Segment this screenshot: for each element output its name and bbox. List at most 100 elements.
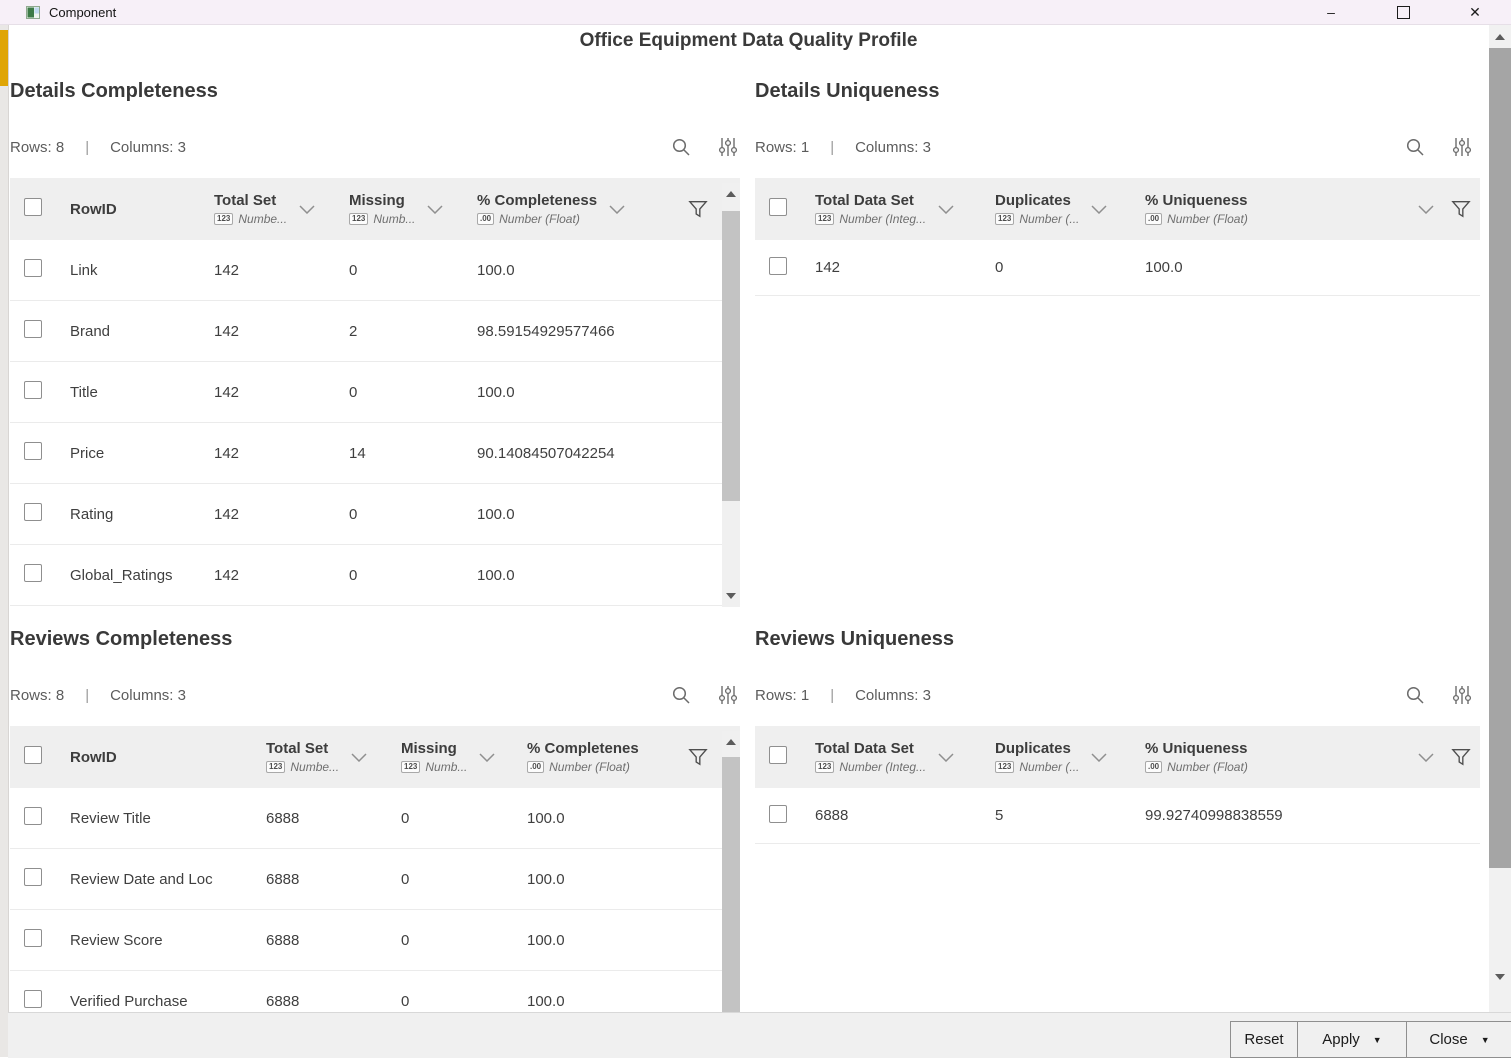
integer-type-badge: 123 [349, 213, 368, 225]
table-row[interactable]: Rating 142 0 100.0 [10, 484, 740, 545]
window-title: Component [49, 5, 116, 20]
table-scrollbar[interactable] [722, 731, 740, 1012]
table-row[interactable]: Global_Ratings 142 0 100.0 [10, 545, 740, 606]
apply-button[interactable]: Apply ▼ [1297, 1022, 1406, 1057]
chevron-down-icon[interactable] [351, 753, 367, 762]
columns-count: Columns: 3 [110, 687, 186, 704]
table-scrollbar[interactable] [722, 183, 740, 607]
table-header-row: Total Data Set 123Number (Integ... Dupli… [755, 726, 1480, 788]
chevron-down-icon[interactable] [938, 205, 954, 214]
row-checkbox[interactable] [24, 259, 42, 277]
scroll-up-icon[interactable] [726, 191, 736, 197]
column-header-pct-uniqueness[interactable]: % Uniqueness .00Number (Float) [1145, 740, 1410, 774]
filter-icon[interactable] [688, 747, 708, 767]
row-checkbox[interactable] [24, 503, 42, 521]
close-button[interactable]: Close ▼ [1406, 1022, 1511, 1057]
scrollbar-thumb[interactable] [722, 211, 740, 501]
columns-count: Columns: 3 [855, 139, 931, 156]
close-window-button[interactable]: ✕ [1439, 0, 1511, 24]
table-row[interactable]: Review Date and Loc 6888 0 100.0 [10, 849, 740, 910]
table-header-row: RowID Total Set 123Numbe... Missing 123N… [10, 178, 740, 240]
reset-button[interactable]: Reset [1231, 1022, 1297, 1057]
column-header-total-data-set[interactable]: Total Data Set 123Number (Integ... [815, 740, 995, 774]
table-header-row: Total Data Set 123Number (Integ... Dupli… [755, 178, 1480, 240]
row-checkbox[interactable] [24, 868, 42, 886]
select-all-checkbox[interactable] [769, 198, 787, 216]
column-header-duplicates[interactable]: Duplicates 123Number (... [995, 192, 1145, 226]
chevron-down-icon[interactable] [938, 753, 954, 762]
chevron-down-icon[interactable] [479, 753, 495, 762]
meta-separator: | [830, 687, 834, 704]
scrollbar-thumb[interactable] [1489, 48, 1511, 868]
row-checkbox[interactable] [769, 257, 787, 275]
float-type-badge: .00 [527, 761, 544, 773]
table-row[interactable]: 6888 5 99.92740998838559 [755, 788, 1480, 844]
scroll-up-icon[interactable] [726, 739, 736, 745]
table-row[interactable]: Link 142 0 100.0 [10, 240, 740, 301]
table-row[interactable]: Review Score 6888 0 100.0 [10, 910, 740, 971]
scroll-down-icon[interactable] [1495, 974, 1505, 980]
column-header-missing[interactable]: Missing 123Numb... [401, 740, 527, 774]
chevron-down-icon[interactable] [1418, 753, 1434, 762]
select-all-checkbox[interactable] [769, 746, 787, 764]
row-checkbox[interactable] [24, 807, 42, 825]
row-checkbox[interactable] [769, 805, 787, 823]
scroll-down-icon[interactable] [726, 593, 736, 599]
scroll-up-icon[interactable] [1495, 34, 1505, 40]
chevron-down-icon[interactable] [1091, 753, 1107, 762]
columns-count: Columns: 3 [855, 687, 931, 704]
column-settings-icon[interactable] [1452, 136, 1472, 158]
chevron-down-icon[interactable] [1091, 205, 1107, 214]
filter-icon[interactable] [1451, 199, 1471, 219]
filter-icon[interactable] [688, 199, 708, 219]
chevron-down-icon[interactable] [299, 205, 315, 214]
dropdown-arrow-icon[interactable]: ▼ [1481, 1035, 1490, 1045]
column-settings-icon[interactable] [1452, 684, 1472, 706]
select-all-checkbox[interactable] [24, 746, 42, 764]
panel-reviews-uniqueness: Reviews Uniqueness Rows: 1 | Columns: 3 [755, 628, 1480, 1032]
row-checkbox[interactable] [24, 381, 42, 399]
search-icon[interactable] [1404, 684, 1426, 706]
maximize-button[interactable] [1367, 0, 1439, 24]
row-checkbox[interactable] [24, 564, 42, 582]
column-header-rowid[interactable]: RowID [66, 749, 266, 766]
column-header-duplicates[interactable]: Duplicates 123Number (... [995, 740, 1145, 774]
column-header-missing[interactable]: Missing 123Numb... [349, 192, 477, 226]
window-scrollbar[interactable] [1489, 24, 1511, 1012]
minimize-button[interactable]: – [1295, 0, 1367, 24]
column-header-pct-completeness[interactable]: % Completenes .00Number (Float) [527, 740, 679, 774]
scrollbar-thumb[interactable] [722, 757, 740, 1012]
column-header-total-set[interactable]: Total Set 123Numbe... [266, 740, 401, 774]
row-checkbox[interactable] [24, 320, 42, 338]
column-settings-icon[interactable] [718, 136, 738, 158]
panel-heading: Reviews Uniqueness [755, 628, 954, 651]
panel-heading: Details Uniqueness [755, 80, 940, 103]
chevron-down-icon[interactable] [427, 205, 443, 214]
column-header-total-data-set[interactable]: Total Data Set 123Number (Integ... [815, 192, 995, 226]
integer-type-badge: 123 [995, 761, 1014, 773]
column-header-pct-uniqueness[interactable]: % Uniqueness .00Number (Float) [1145, 192, 1410, 226]
row-checkbox[interactable] [24, 929, 42, 947]
column-header-rowid[interactable]: RowID [66, 201, 214, 218]
row-checkbox[interactable] [24, 442, 42, 460]
column-settings-icon[interactable] [718, 684, 738, 706]
float-type-badge: .00 [477, 213, 494, 225]
search-icon[interactable] [1404, 136, 1426, 158]
select-all-checkbox[interactable] [24, 198, 42, 216]
column-header-pct-completeness[interactable]: % Completeness .00Number (Float) [477, 192, 679, 226]
column-header-total-set[interactable]: Total Set 123Numbe... [214, 192, 349, 226]
table-row[interactable]: Review Title 6888 0 100.0 [10, 788, 740, 849]
search-icon[interactable] [670, 684, 692, 706]
table-row[interactable]: 142 0 100.0 [755, 240, 1480, 296]
window-titlebar: Component – ✕ [0, 0, 1511, 25]
filter-icon[interactable] [1451, 747, 1471, 767]
chevron-down-icon[interactable] [609, 205, 625, 214]
search-icon[interactable] [670, 136, 692, 158]
chevron-down-icon[interactable] [1418, 205, 1434, 214]
table-row[interactable]: Brand 142 2 98.59154929577466 [10, 301, 740, 362]
footer-bar: Reset Apply ▼ Close ▼ [8, 1012, 1511, 1058]
row-checkbox[interactable] [24, 990, 42, 1008]
table-row[interactable]: Price 142 14 90.14084507042254 [10, 423, 740, 484]
dropdown-arrow-icon[interactable]: ▼ [1373, 1035, 1382, 1045]
table-row[interactable]: Title 142 0 100.0 [10, 362, 740, 423]
